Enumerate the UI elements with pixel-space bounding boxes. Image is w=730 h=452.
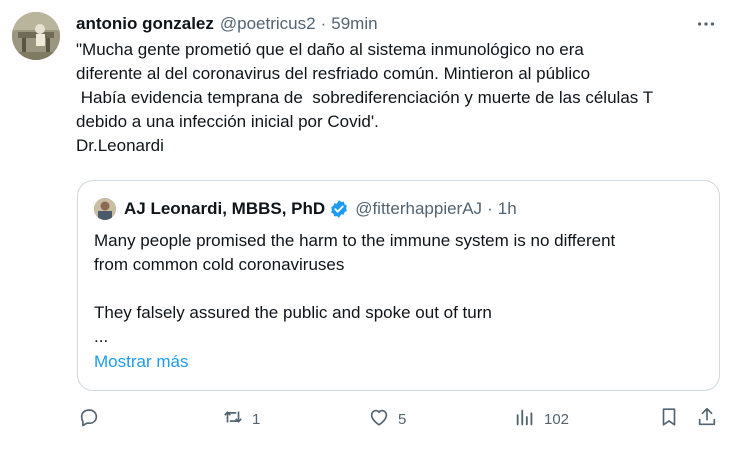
verified-badge-icon bbox=[329, 199, 349, 219]
like-button[interactable]: 5 bbox=[368, 405, 406, 433]
tweet-text: "Mucha gente prometió que el daño al sis… bbox=[76, 40, 654, 155]
retweet-count: 1 bbox=[252, 410, 261, 428]
author-name[interactable]: antonio gonzalez bbox=[76, 14, 214, 34]
author-handle[interactable]: @poetricus2 bbox=[220, 14, 316, 34]
tweet-header: antonio gonzalez @poetricus2 · 59min bbox=[76, 12, 670, 36]
share-button[interactable] bbox=[696, 405, 718, 433]
separator-dot: · bbox=[320, 14, 327, 33]
views-button[interactable]: 102 bbox=[514, 405, 569, 433]
quote-text: Many people promised the harm to the imm… bbox=[94, 231, 616, 346]
retweet-icon bbox=[222, 406, 244, 432]
reply-icon bbox=[78, 406, 100, 432]
bookmark-button[interactable] bbox=[658, 405, 680, 433]
show-more-link[interactable]: Mostrar más bbox=[94, 352, 188, 372]
more-dots-icon[interactable] bbox=[694, 12, 718, 36]
bookmark-icon bbox=[658, 406, 680, 432]
quote-timestamp: 1h bbox=[497, 199, 517, 218]
heart-icon bbox=[368, 406, 390, 432]
quote-separator-dot: · bbox=[487, 199, 493, 218]
retweet-button[interactable]: 1 bbox=[222, 405, 260, 433]
quote-author-name: AJ Leonardi, MBBS, PhD bbox=[124, 199, 326, 218]
quote-header: AJ Leonardi, MBBS, PhD @fitterhappierAJ … bbox=[94, 197, 517, 221]
reply-button[interactable] bbox=[78, 405, 108, 433]
quote-author-avatar bbox=[94, 198, 116, 220]
author-avatar[interactable] bbox=[12, 12, 60, 60]
tweet-actions: 1 5 102 bbox=[76, 405, 720, 433]
views-count: 102 bbox=[544, 410, 570, 428]
share-icon bbox=[696, 406, 718, 432]
quote-author-handle: @fitterhappierAJ bbox=[355, 199, 483, 218]
quoted-tweet[interactable]: AJ Leonardi, MBBS, PhD @fitterhappierAJ … bbox=[77, 180, 720, 391]
like-count: 5 bbox=[398, 410, 407, 428]
views-icon bbox=[514, 406, 536, 432]
tweet-timestamp[interactable]: 59min bbox=[331, 14, 377, 34]
